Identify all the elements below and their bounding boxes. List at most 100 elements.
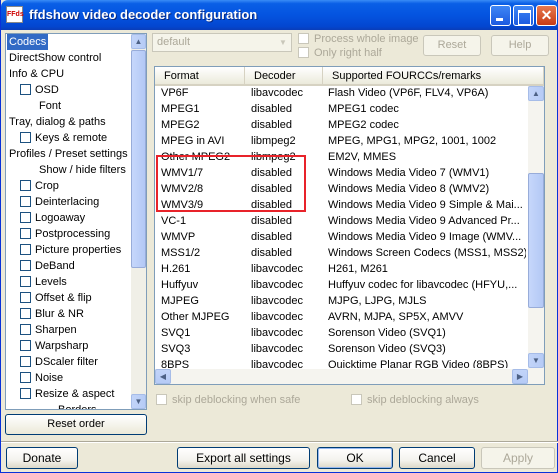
maximize-button[interactable] xyxy=(513,5,534,26)
tree-item[interactable]: Deinterlacing xyxy=(6,194,131,210)
tree-item[interactable]: Keys & remote xyxy=(6,130,131,146)
tree-item[interactable]: Warpsharp xyxy=(6,338,131,354)
close-button[interactable]: ✕ xyxy=(536,5,557,26)
tree-item[interactable]: Tray, dialog & paths xyxy=(6,114,131,130)
table-row[interactable]: H.261 libavcodec H261, M261 xyxy=(155,262,528,277)
reset-order-button[interactable]: Reset order xyxy=(5,414,147,435)
reset-button[interactable]: Reset xyxy=(423,35,481,56)
checkbox-box[interactable] xyxy=(298,47,309,58)
tree-item-checkbox[interactable] xyxy=(20,388,31,399)
tree-item-checkbox[interactable] xyxy=(20,180,31,191)
scroll-up-icon[interactable]: ▲ xyxy=(131,34,146,49)
help-button[interactable]: Help xyxy=(491,35,549,56)
table-row[interactable]: 8BPS libavcodec Quicktime Planar RGB Video… xyxy=(155,358,528,368)
tree-item-checkbox[interactable] xyxy=(20,196,31,207)
tree-item-checkbox[interactable] xyxy=(20,84,31,95)
table-row[interactable]: Other MJPEG libavcodec AVRN, MJPA, SP5X, A… xyxy=(155,310,528,325)
tree-item[interactable]: DirectShow control xyxy=(6,50,131,66)
config-window: FFds ffdshow video decoder configuration… xyxy=(0,0,558,473)
row-decoder: libavcodec xyxy=(251,311,303,323)
title-bar[interactable]: FFds ffdshow video decoder configuration… xyxy=(1,0,558,30)
checkbox-box[interactable] xyxy=(351,394,362,405)
checkbox-box[interactable] xyxy=(156,394,167,405)
tree-item[interactable]: DScaler filter xyxy=(6,354,131,370)
tree-item[interactable]: Sharpen xyxy=(6,322,131,338)
chevron-down-icon[interactable]: ▼ xyxy=(275,34,291,51)
scroll-down-icon[interactable]: ▼ xyxy=(131,394,146,409)
tree-item[interactable]: DeBand xyxy=(6,258,131,274)
apply-button[interactable]: Apply xyxy=(481,447,555,469)
checkbox-box[interactable] xyxy=(298,33,309,44)
table-row[interactable]: Huffyuv libavcodec Huffyuv codec for libav… xyxy=(155,278,528,293)
donate-button[interactable]: Donate xyxy=(6,447,78,469)
row-remarks: MPEG, MPG1, MPG2, 1001, 1002 xyxy=(328,135,497,147)
row-format: H.261 xyxy=(161,263,191,275)
tree-item-checkbox[interactable] xyxy=(20,308,31,319)
tree-item-checkbox[interactable] xyxy=(20,356,31,367)
tree-item[interactable]: Borders xyxy=(6,402,131,409)
tree-item-checkbox[interactable] xyxy=(20,292,31,303)
tree-item-label: Resize & aspect xyxy=(35,388,115,400)
table-row[interactable]: SVQ1 libavcodec Sorenson Video (SVQ1) xyxy=(155,326,528,341)
tree-item[interactable]: Blur & NR xyxy=(6,306,131,322)
table-row[interactable]: MSS1/2 disabled Windows Screen Codecs (MSS… xyxy=(155,246,528,261)
tree-item[interactable]: Levels xyxy=(6,274,131,290)
tree-scrollbar[interactable]: ▲ ▼ xyxy=(131,34,146,409)
export-all-settings-button[interactable]: Export all settings xyxy=(177,447,310,469)
tree-item[interactable]: Show / hide filters xyxy=(6,162,131,178)
tree-item-checkbox[interactable] xyxy=(20,228,31,239)
table-row[interactable]: MJPEG libavcodec MJPG, LJPG, MJLS xyxy=(155,294,528,309)
tree-item-checkbox[interactable] xyxy=(20,324,31,335)
scroll-left-icon[interactable]: ◀ xyxy=(155,369,171,384)
tree-item-checkbox[interactable] xyxy=(20,372,31,383)
tree-scroll-thumb[interactable] xyxy=(131,50,146,268)
tree-item-checkbox[interactable] xyxy=(20,260,31,271)
only-right-half-label: Only right half xyxy=(314,47,382,59)
tree-item-checkbox[interactable] xyxy=(20,276,31,287)
row-format: SVQ3 xyxy=(161,343,191,355)
tree-item[interactable]: Postprocessing xyxy=(6,226,131,242)
column-format[interactable]: Format xyxy=(155,67,245,84)
table-row[interactable]: VC-1 disabled Windows Media Video 9 Advanc… xyxy=(155,214,528,229)
list-scroll-thumb[interactable] xyxy=(528,173,544,308)
tree-item-checkbox[interactable] xyxy=(20,340,31,351)
table-row[interactable]: MPEG in AVI libmpeg2 MPEG, MPG1, MPG2, 100… xyxy=(155,134,528,149)
tree-item[interactable]: OSD xyxy=(6,82,131,98)
table-row[interactable]: WMVP disabled Windows Media Video 9 Image … xyxy=(155,230,528,245)
tree-item[interactable]: Info & CPU xyxy=(6,66,131,82)
row-format: MJPEG xyxy=(161,295,199,307)
ok-button[interactable]: OK xyxy=(317,447,393,469)
tree-item[interactable]: Font xyxy=(6,98,131,114)
codecs-list[interactable]: Format Decoder Supported FOURCCs/remarks… xyxy=(154,66,545,385)
tree-item[interactable]: Offset & flip xyxy=(6,290,131,306)
scroll-right-icon[interactable]: ▶ xyxy=(512,369,528,384)
tree-item[interactable]: Profiles / Preset settings xyxy=(6,146,131,162)
preset-dropdown[interactable]: default ▼ xyxy=(152,33,292,52)
table-row[interactable]: SVQ3 libavcodec Sorenson Video (SVQ3) xyxy=(155,342,528,357)
tree-item-checkbox[interactable] xyxy=(20,212,31,223)
row-format: VC-1 xyxy=(161,215,187,227)
tree-item[interactable]: Noise xyxy=(6,370,131,386)
cancel-button[interactable]: Cancel xyxy=(399,447,475,469)
tree-item[interactable]: Crop xyxy=(6,178,131,194)
scroll-up-icon[interactable]: ▲ xyxy=(528,86,544,101)
list-vscrollbar[interactable]: ▲ ▼ xyxy=(528,86,544,369)
list-hscrollbar[interactable]: ◀ ▶ xyxy=(155,369,544,384)
row-remarks: Flash Video (VP6F, FLV4, VP6A) xyxy=(328,87,489,99)
table-row[interactable]: MPEG1 disabled MPEG1 codec xyxy=(155,102,528,117)
row-remarks: MPEG1 codec xyxy=(328,103,399,115)
settings-tree[interactable]: Codecs DirectShow control Info & CPU OSD Fon… xyxy=(5,33,147,410)
tree-item-checkbox[interactable] xyxy=(20,244,31,255)
minimize-button[interactable] xyxy=(490,5,511,26)
table-row[interactable]: MPEG2 disabled MPEG2 codec xyxy=(155,118,528,133)
column-fourccs[interactable]: Supported FOURCCs/remarks xyxy=(323,67,544,84)
window-title: ffdshow video decoder configuration xyxy=(29,7,258,22)
tree-item-checkbox[interactable] xyxy=(20,132,31,143)
scroll-down-icon[interactable]: ▼ xyxy=(528,353,544,368)
tree-item[interactable]: Picture properties xyxy=(6,242,131,258)
tree-item[interactable]: Resize & aspect xyxy=(6,386,131,402)
tree-item[interactable]: Logoaway xyxy=(6,210,131,226)
table-row[interactable]: VP6F libavcodec Flash Video (VP6F, FLV4, V… xyxy=(155,86,528,101)
column-decoder[interactable]: Decoder xyxy=(245,67,323,84)
tree-item[interactable]: Codecs xyxy=(6,34,131,50)
